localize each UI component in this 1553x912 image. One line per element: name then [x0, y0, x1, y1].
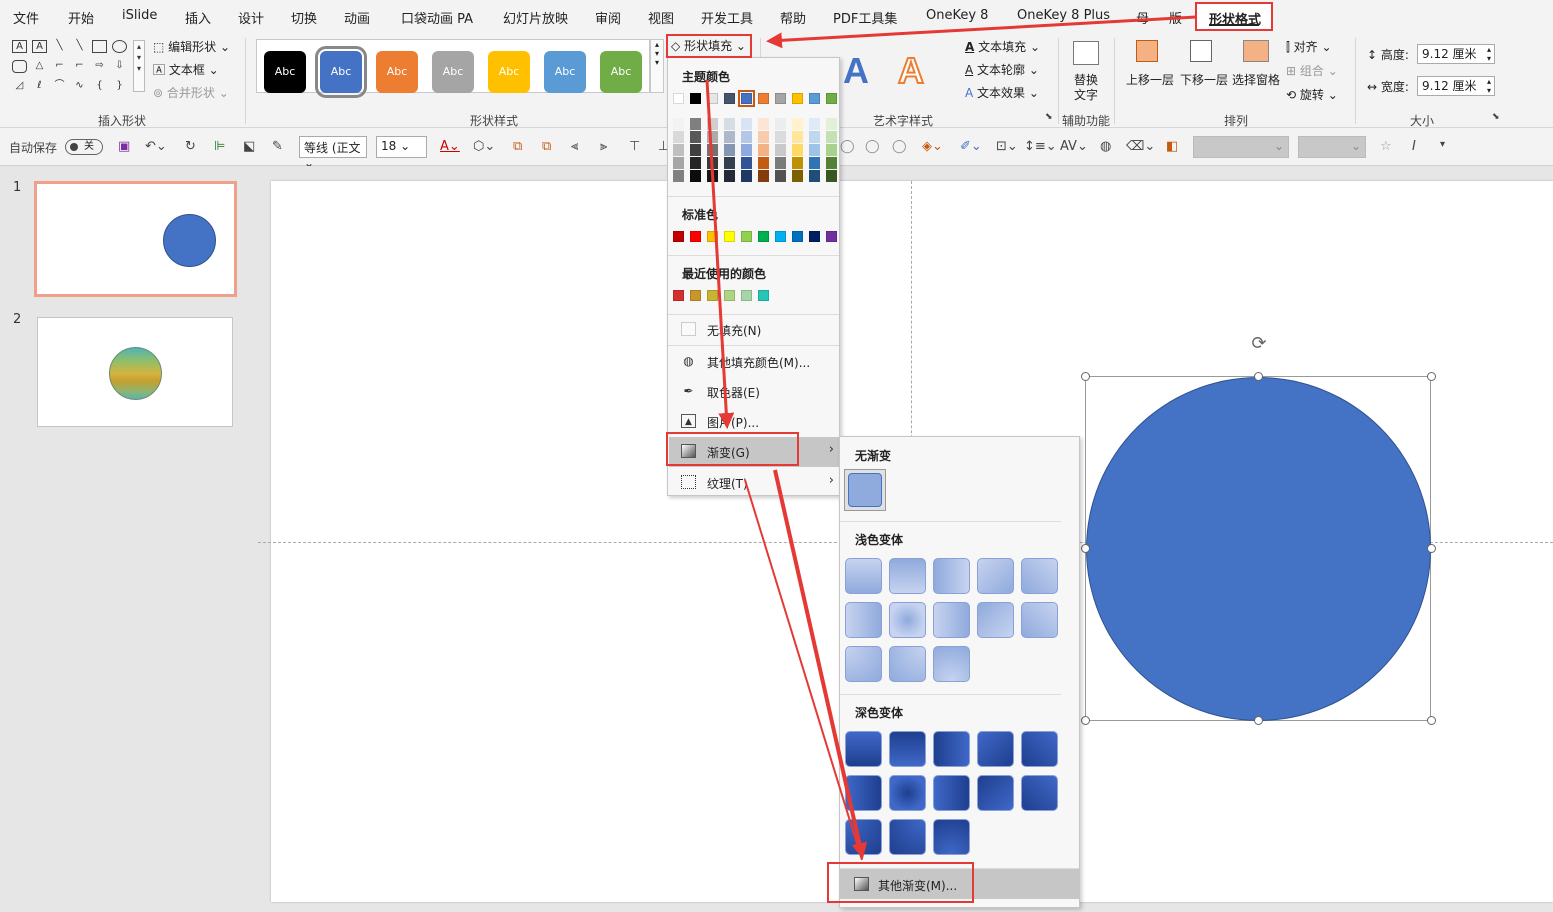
arrow-fill-to-gradient	[705, 79, 735, 429]
arrow-gradient-to-more	[744, 479, 863, 861]
annotation-arrows	[705, 15, 1197, 861]
arrow-gradient-to-more-head	[773, 469, 868, 859]
arrow-tab-to-fill	[766, 15, 1197, 49]
